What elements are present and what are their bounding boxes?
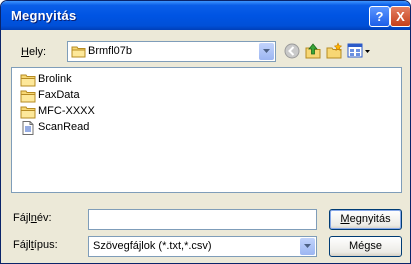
cancel-button-label: Mégse	[348, 240, 383, 252]
file-list[interactable]: Brolink FaxData MFC-XXXX ScanRead	[11, 67, 402, 193]
file-name: Brolink	[38, 73, 72, 85]
filename-label: Fájlnév:	[13, 212, 52, 224]
open-button-hotkey: M	[340, 213, 350, 225]
help-icon: ?	[375, 9, 384, 24]
current-folder-text: Brmfl07b	[88, 45, 133, 57]
help-button[interactable]: ?	[369, 6, 390, 27]
folder-icon	[20, 106, 36, 119]
folder-icon	[20, 74, 36, 87]
open-button[interactable]: Megnyitás	[329, 209, 402, 230]
location-dropdown-button[interactable]	[259, 43, 274, 60]
up-folder-icon[interactable]	[304, 42, 322, 60]
filename-input[interactable]	[88, 209, 317, 230]
folder-icon	[71, 46, 86, 58]
window-title: Megnyitás	[11, 8, 77, 23]
file-name: FaxData	[38, 89, 80, 101]
file-name: MFC-XXXX	[38, 105, 95, 117]
close-button[interactable]: X	[390, 6, 410, 27]
chevron-down-icon	[304, 244, 311, 248]
close-icon: X	[396, 9, 405, 24]
filetype-dropdown-button[interactable]	[300, 238, 315, 255]
open-button-label: egnyitás	[349, 213, 391, 225]
cancel-button[interactable]: Mégse	[329, 236, 402, 257]
chevron-down-icon	[263, 49, 270, 53]
location-combobox[interactable]: Brmfl07b	[67, 41, 276, 62]
title-bar[interactable]: Megnyitás ? X	[1, 1, 410, 30]
filetype-label: Fájltípus:	[13, 239, 58, 251]
back-icon[interactable]	[283, 42, 301, 60]
filetype-value: Szövegfájlok (*.txt,*.csv)	[93, 240, 212, 252]
file-name: ScanRead	[38, 121, 90, 133]
open-dialog: Megnyitás ? X Hely: Brmfl07b Brolink Fax…	[0, 0, 411, 264]
new-folder-icon[interactable]	[325, 42, 343, 60]
text-file-icon	[22, 121, 34, 135]
location-label: Hely:	[21, 46, 47, 58]
filetype-select[interactable]: Szövegfájlok (*.txt,*.csv)	[88, 236, 317, 257]
view-menu-icon[interactable]	[347, 42, 371, 60]
folder-icon	[20, 90, 36, 103]
